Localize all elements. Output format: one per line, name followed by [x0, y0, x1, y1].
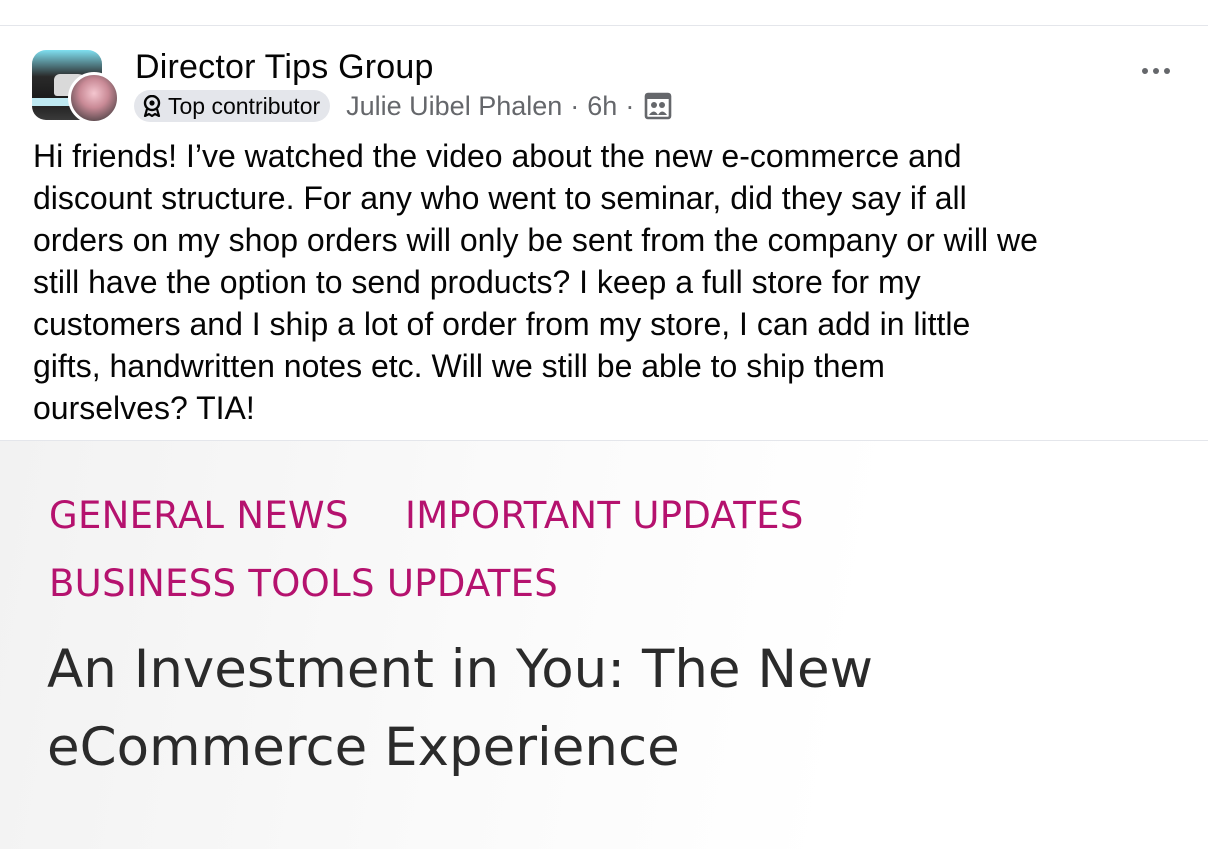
post-text-line: ourselves? TIA! — [33, 390, 255, 426]
members-only-group-icon[interactable] — [644, 92, 672, 120]
more-horizontal-icon — [1142, 68, 1148, 74]
more-options-button[interactable] — [1138, 60, 1174, 82]
separator: · — [570, 90, 580, 121]
article-title: An Investment in You: The New eCommerce … — [47, 631, 1147, 787]
badge-label: Top contributor — [168, 92, 321, 119]
category-label-business-tools: BUSINESS TOOLS UPDATES — [49, 562, 559, 605]
post-text-line: gifts, handwritten notes etc. Will we st… — [33, 348, 885, 384]
post-text-line: still have the option to send products? … — [33, 264, 921, 300]
article-title-line: eCommerce Experience — [47, 717, 680, 778]
post-timestamp[interactable]: 6h — [587, 91, 617, 122]
post-text-line: Hi friends! I’ve watched the video about… — [33, 138, 962, 174]
author-avatar[interactable] — [68, 72, 120, 124]
category-label-important-updates: IMPORTANT UPDATES — [405, 494, 804, 537]
divider — [0, 25, 1208, 26]
attached-image[interactable]: GENERAL NEWS IMPORTANT UPDATES BUSINESS … — [0, 441, 1208, 849]
separator: · — [625, 90, 635, 121]
top-contributor-badge-icon — [143, 95, 161, 117]
group-avatar[interactable] — [32, 50, 120, 124]
post-body-text: Hi friends! I’ve watched the video about… — [33, 135, 1183, 429]
author-name-link[interactable]: Julie Uibel Phalen — [346, 91, 562, 122]
category-label-general-news: GENERAL NEWS — [49, 494, 349, 537]
facebook-post: Director Tips Group Top contributor Juli… — [0, 0, 1208, 849]
post-meta: Top contributor Julie Uibel Phalen · 6h … — [134, 89, 672, 123]
group-name-link[interactable]: Director Tips Group — [135, 48, 434, 87]
post-text-line: orders on my shop orders will only be se… — [33, 222, 1038, 258]
top-contributor-badge[interactable]: Top contributor — [134, 90, 331, 122]
post-text-line: customers and I ship a lot of order from… — [33, 306, 971, 342]
post-text-line: discount structure. For any who went to … — [33, 180, 967, 216]
article-title-line: An Investment in You: The New — [47, 639, 873, 700]
